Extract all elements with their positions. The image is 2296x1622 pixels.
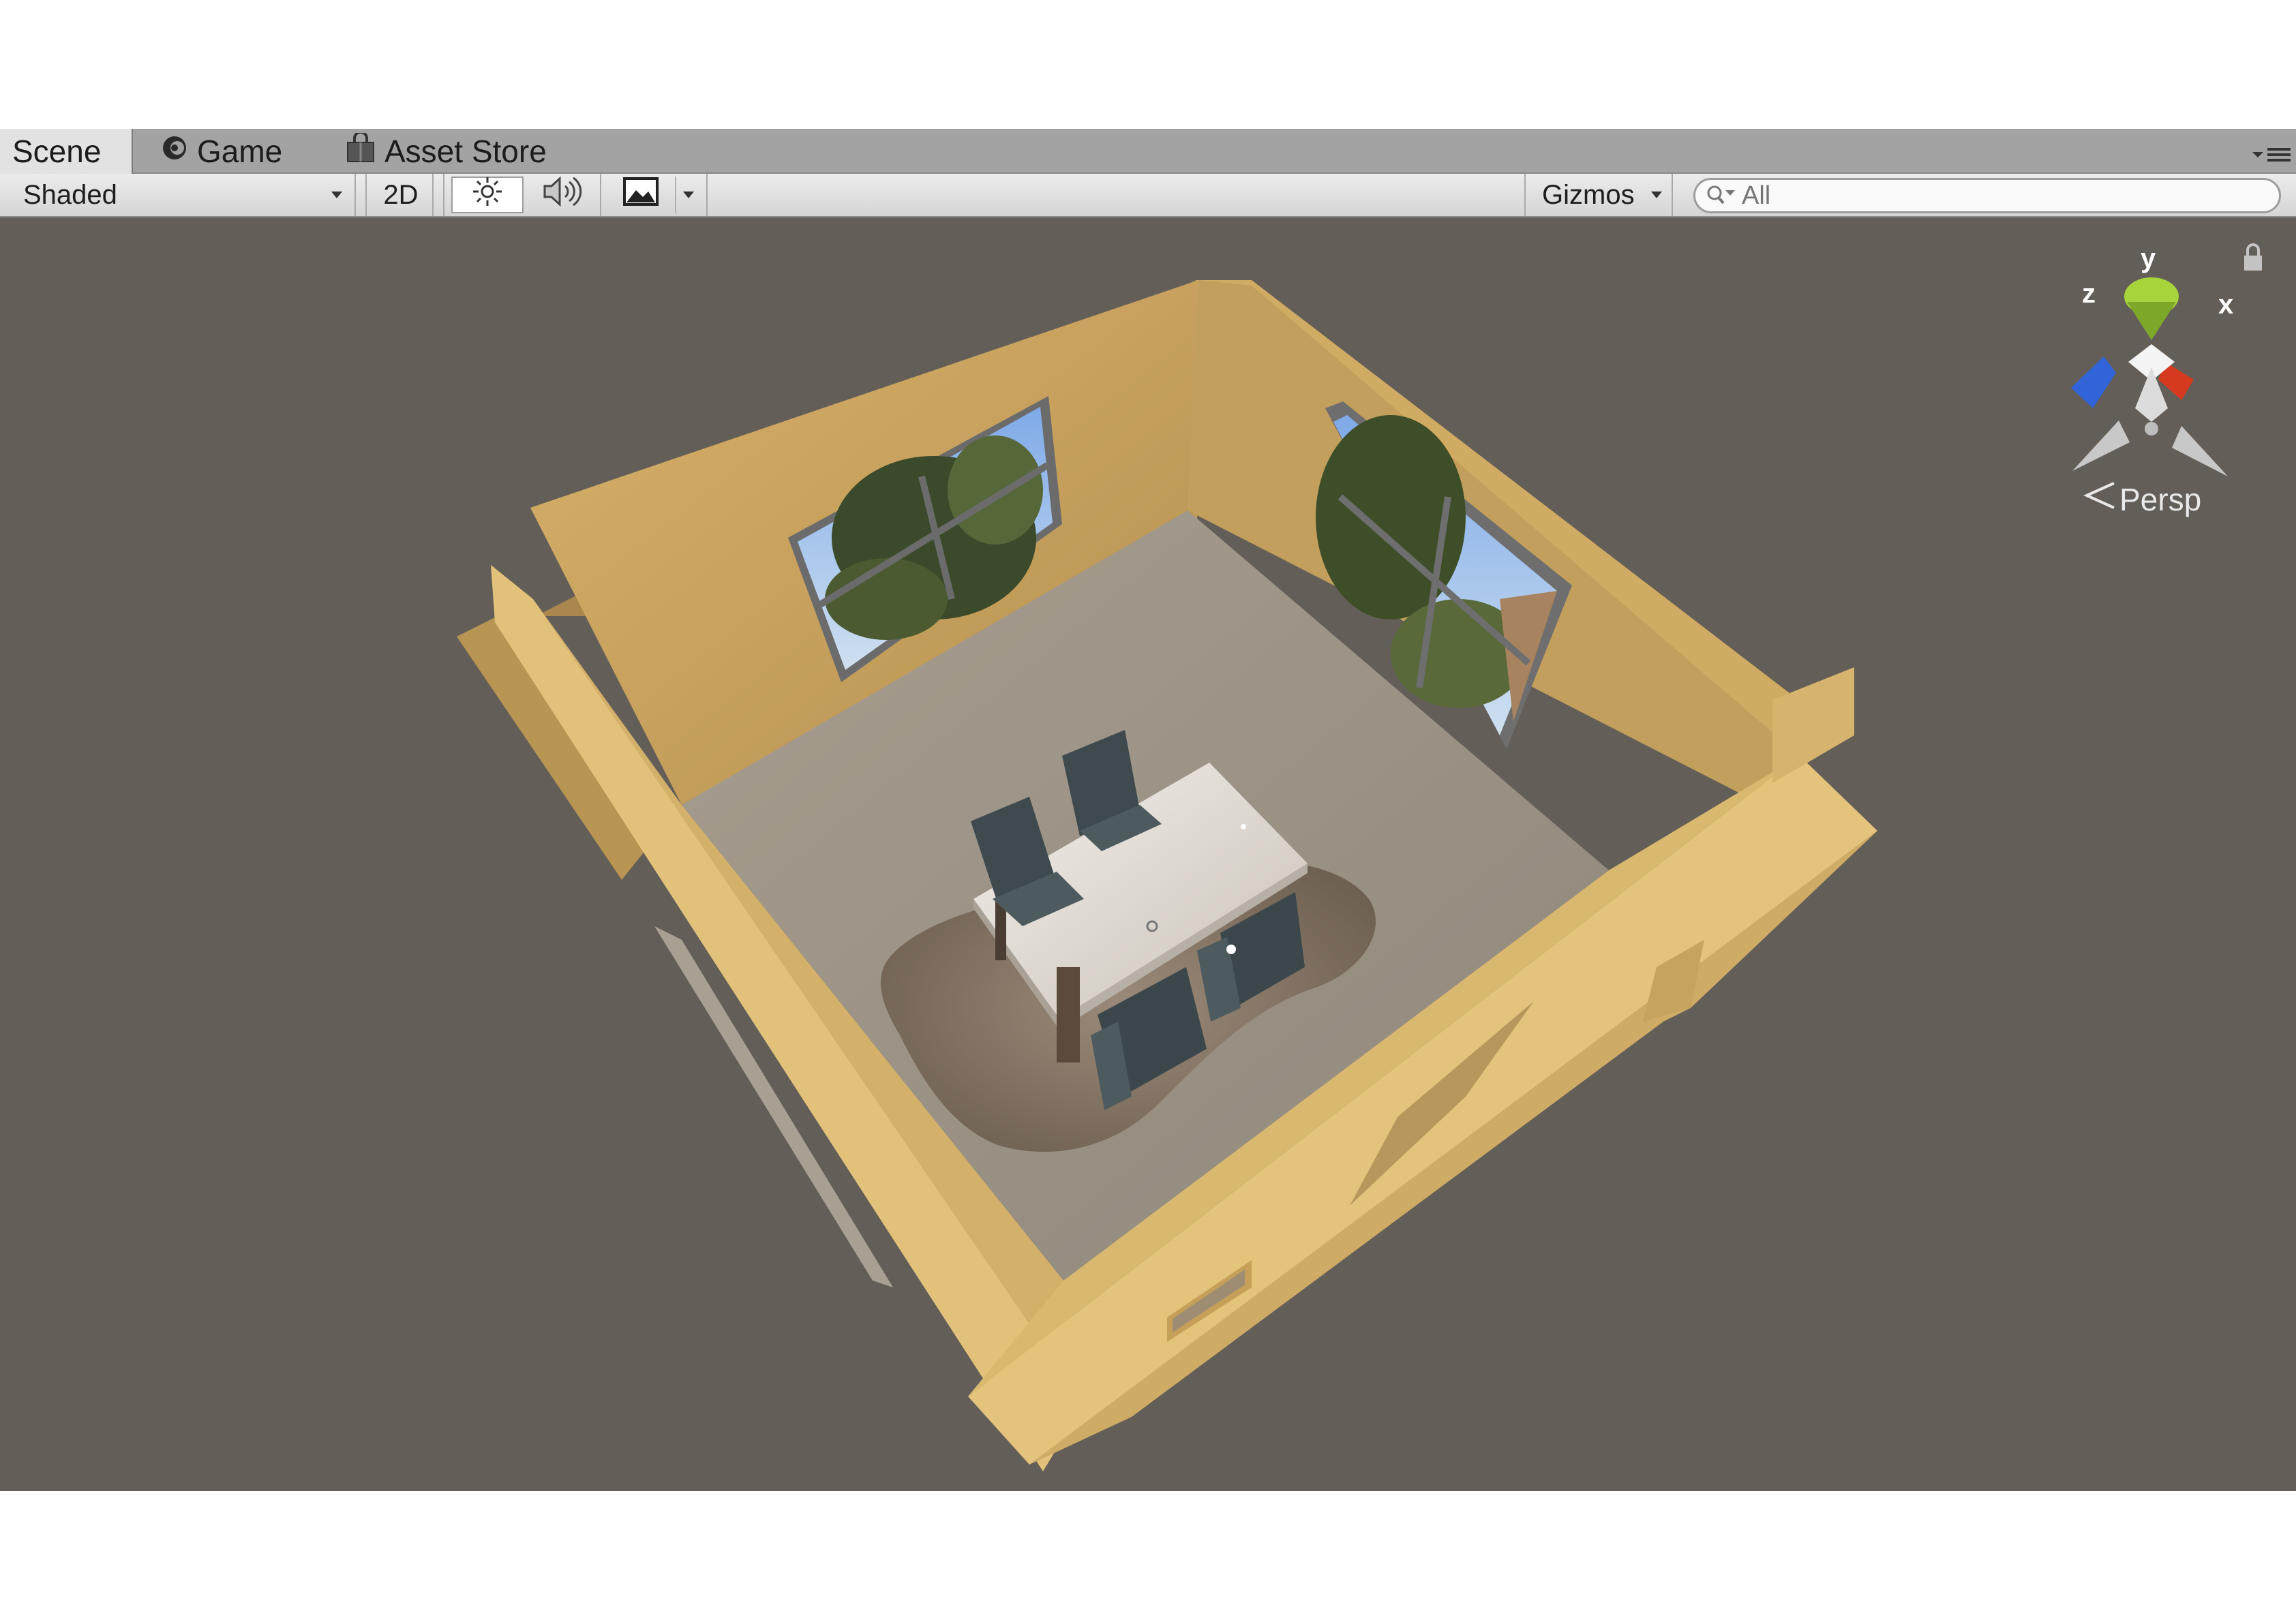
unity-logo-icon bbox=[160, 133, 189, 170]
shopping-bag-icon bbox=[345, 130, 376, 170]
projection-toggle[interactable]: Persp bbox=[2083, 480, 2201, 518]
persp-arrow-icon bbox=[2083, 480, 2117, 518]
scene-render bbox=[457, 243, 2262, 1471]
shading-mode-value: Shaded bbox=[23, 179, 117, 210]
scene-toolbar: Shaded 2D Gizmos All bbox=[0, 174, 2296, 217]
tab-scene[interactable]: Scene bbox=[0, 129, 133, 174]
tab-game-label: Game bbox=[197, 134, 283, 169]
chevron-down-icon bbox=[331, 192, 342, 198]
divider bbox=[354, 174, 356, 216]
search-input[interactable] bbox=[1742, 181, 2260, 211]
projection-label: Persp bbox=[2119, 481, 2202, 517]
divider bbox=[1524, 174, 1526, 216]
divider bbox=[432, 174, 434, 216]
divider bbox=[443, 174, 444, 216]
2d-mode-button[interactable]: 2D bbox=[374, 177, 428, 213]
divider bbox=[365, 174, 367, 216]
scene-effects-toggle[interactable] bbox=[607, 177, 675, 213]
axis-label-x: x bbox=[2218, 290, 2234, 320]
scene-window: Scene Game Asset Store Shaded 2D Gizmos … bbox=[0, 129, 2296, 1491]
divider bbox=[706, 174, 708, 216]
shading-mode-dropdown[interactable]: Shaded bbox=[10, 177, 350, 213]
pivot-dot bbox=[1226, 945, 1236, 954]
divider bbox=[1672, 174, 1673, 216]
gizmos-dropdown[interactable]: Gizmos bbox=[1531, 177, 1667, 213]
search-field[interactable] bbox=[1693, 178, 2281, 213]
speaker-icon bbox=[541, 174, 584, 215]
search-icon bbox=[1705, 182, 1738, 210]
tab-asset-store[interactable]: Asset Store bbox=[345, 129, 547, 174]
scene-viewport[interactable]: y z x Persp bbox=[0, 217, 2296, 1491]
image-icon bbox=[622, 177, 659, 213]
effects-dropdown[interactable] bbox=[675, 177, 701, 213]
tab-strip: Scene Game Asset Store bbox=[0, 129, 2296, 174]
tab-game[interactable]: Game bbox=[160, 129, 282, 174]
chevron-down-icon bbox=[1651, 192, 1662, 198]
tab-menu-icon[interactable] bbox=[2251, 140, 2292, 167]
scene-lighting-toggle[interactable] bbox=[451, 177, 524, 213]
gizmos-label: Gizmos bbox=[1542, 179, 1635, 210]
chevron-down-icon bbox=[683, 192, 694, 198]
tab-asset-store-label: Asset Store bbox=[384, 134, 547, 169]
pivot-dot bbox=[1241, 824, 1246, 829]
lock-icon[interactable] bbox=[2244, 243, 2262, 271]
sun-icon bbox=[470, 174, 504, 215]
tab-scene-label: Scene bbox=[12, 134, 102, 169]
2d-mode-label: 2D bbox=[383, 179, 419, 210]
divider bbox=[600, 174, 601, 216]
axis-label-y: y bbox=[2141, 243, 2156, 273]
axis-label-z: z bbox=[2082, 279, 2096, 309]
scene-audio-toggle[interactable] bbox=[528, 174, 597, 215]
